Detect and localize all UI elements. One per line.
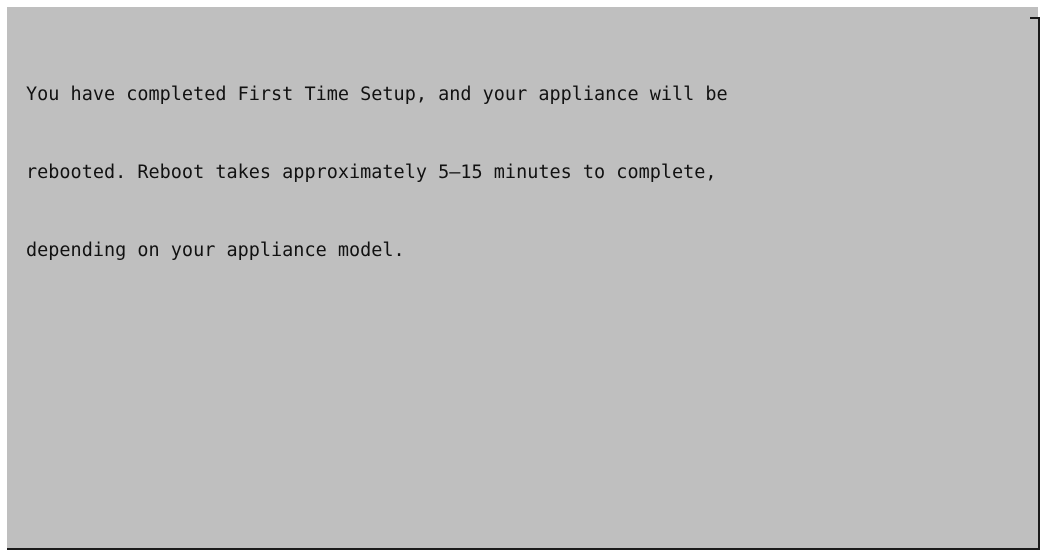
message-line: You have completed First Time Setup, and… [26, 84, 728, 105]
console-frame-right-border [1038, 17, 1040, 550]
message-line: rebooted. Reboot takes approximately 5–1… [26, 162, 717, 183]
message-line: depending on your appliance model. [26, 240, 405, 261]
console-frame-bottom-border [7, 548, 1040, 550]
reboot-notice-message: You have completed First Time Setup, and… [26, 30, 728, 290]
